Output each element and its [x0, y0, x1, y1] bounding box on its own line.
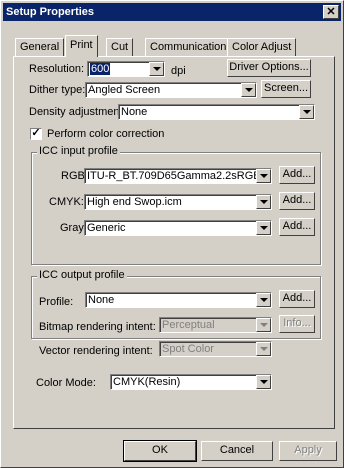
- tab-color-adjust[interactable]: Color Adjust: [227, 38, 297, 57]
- resolution-select[interactable]: 600: [87, 61, 165, 77]
- chevron-down-icon[interactable]: [256, 195, 271, 209]
- close-icon[interactable]: ✕: [323, 5, 339, 19]
- icc-output-label: ICC output profile: [37, 269, 127, 281]
- vector-intent-value: Spot Color: [162, 343, 214, 355]
- add-rgb-profile-button[interactable]: Add...: [279, 166, 315, 184]
- vector-intent-select: Spot Color: [159, 341, 272, 357]
- color-correction-checkbox[interactable]: ✓: [30, 128, 42, 140]
- tab-cut[interactable]: Cut: [106, 38, 134, 57]
- color-mode-select[interactable]: CMYK(Resin): [110, 374, 272, 390]
- rgb-profile-value: ITU-R_BT.709D65Gamma2.2sRGB.: [87, 170, 264, 182]
- gray-profile-select[interactable]: Generic: [84, 220, 272, 236]
- density-label: Density adjustment:: [29, 106, 126, 118]
- chevron-down-icon[interactable]: [299, 105, 314, 119]
- bitmap-intent-label: Bitmap rendering intent:: [39, 321, 156, 333]
- color-mode-value: CMYK(Resin): [113, 376, 181, 388]
- info-button: Info...: [279, 315, 315, 333]
- add-output-profile-button[interactable]: Add...: [279, 290, 315, 308]
- density-select[interactable]: None: [118, 104, 315, 120]
- title-bar: Setup Properties ✕: [3, 3, 341, 21]
- color-correction-label: Perform color correction: [47, 128, 165, 140]
- rgb-profile-select[interactable]: ITU-R_BT.709D65Gamma2.2sRGB.: [84, 168, 272, 184]
- chevron-down-icon[interactable]: [241, 83, 256, 97]
- resolution-value: 600: [90, 63, 111, 75]
- ok-button[interactable]: OK: [123, 440, 197, 462]
- output-profile-value: None: [88, 294, 115, 306]
- icc-input-label: ICC input profile: [37, 145, 120, 157]
- chevron-down-icon: [256, 342, 271, 356]
- density-value: None: [121, 106, 148, 118]
- tab-general[interactable]: General: [15, 38, 65, 57]
- chevron-down-icon[interactable]: [256, 169, 271, 183]
- color-mode-label: Color Mode:: [36, 377, 96, 389]
- screen-button[interactable]: Screen...: [261, 80, 311, 98]
- dither-select[interactable]: Angled Screen: [85, 82, 257, 98]
- tab-communication[interactable]: Communication: [145, 38, 232, 57]
- driver-options-button[interactable]: Driver Options...: [227, 59, 311, 77]
- cmyk-profile-value: High end Swop.icm: [87, 196, 182, 208]
- chevron-down-icon[interactable]: [256, 221, 271, 235]
- vector-intent-label: Vector rendering intent:: [39, 345, 153, 357]
- resolution-unit: dpi: [171, 65, 186, 77]
- cmyk-label: CMYK:: [49, 196, 84, 208]
- add-cmyk-profile-button[interactable]: Add...: [279, 192, 315, 210]
- cancel-button[interactable]: Cancel: [201, 441, 273, 461]
- gray-label: Gray:: [60, 222, 87, 234]
- bitmap-intent-value: Perceptual: [162, 319, 215, 331]
- cmyk-profile-select[interactable]: High end Swop.icm: [84, 194, 272, 210]
- window-title: Setup Properties: [6, 6, 95, 18]
- chevron-down-icon[interactable]: [256, 293, 271, 307]
- tab-print[interactable]: Print: [65, 35, 98, 57]
- chevron-down-icon[interactable]: [149, 62, 164, 76]
- chevron-down-icon: [256, 318, 271, 332]
- add-gray-profile-button[interactable]: Add...: [279, 218, 315, 236]
- setup-properties-dialog: Setup Properties ✕ General Print Cut Com…: [0, 0, 344, 468]
- apply-button: Apply: [279, 441, 337, 461]
- dither-value: Angled Screen: [88, 84, 161, 96]
- output-profile-label: Profile:: [39, 296, 74, 308]
- resolution-label: Resolution:: [29, 63, 85, 75]
- dither-label: Dither type:: [29, 84, 86, 96]
- output-profile-select[interactable]: None: [85, 292, 272, 308]
- gray-profile-value: Generic: [87, 222, 126, 234]
- bitmap-intent-select: Perceptual: [159, 317, 272, 333]
- chevron-down-icon[interactable]: [256, 375, 271, 389]
